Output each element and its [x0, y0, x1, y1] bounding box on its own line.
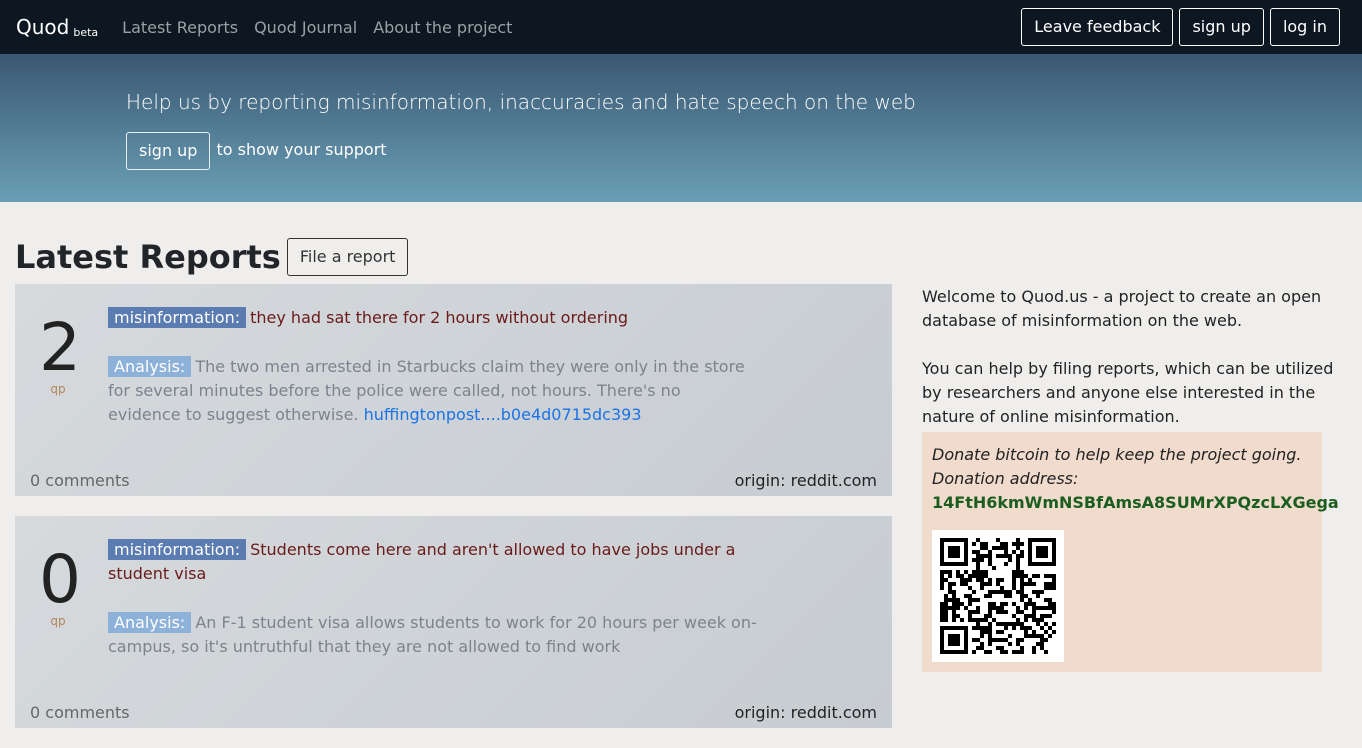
report-body: misinformation: they had sat there for 2 … [108, 306, 758, 427]
score-value: 2 [39, 309, 81, 386]
report-footer: 0 comments origin: reddit.com [30, 471, 877, 490]
nav-actions: Leave feedback sign up log in [1021, 8, 1340, 46]
nav-link-latest-reports[interactable]: Latest Reports [122, 18, 238, 37]
analysis-badge: Analysis: [108, 612, 192, 633]
report-analysis: Analysis: An F-1 student visa allows stud… [108, 611, 758, 659]
file-report-button[interactable]: File a report [286, 238, 409, 276]
report-card[interactable]: 2 qp misinformation: they had sat there f… [15, 284, 892, 496]
hero-sign-up-button[interactable]: sign up [126, 132, 211, 170]
score-value: 0 [39, 541, 81, 618]
nav-link-quod-journal[interactable]: Quod Journal [254, 18, 357, 37]
leave-feedback-button[interactable]: Leave feedback [1021, 8, 1174, 46]
hero-support-text: to show your support [216, 139, 387, 159]
source-link[interactable]: huffingtonpost....b0e4d0715dc393 [364, 405, 642, 424]
nav-sign-up-button[interactable]: sign up [1179, 8, 1264, 46]
reports-header: Latest Reports File a report [0, 202, 1362, 284]
comments-link[interactable]: 0 comments [30, 703, 130, 722]
welcome-text: Welcome to Quod.us - a project to create… [922, 287, 1322, 330]
qr-code-icon [932, 530, 1064, 662]
report-card[interactable]: 0 qp misinformation: Students come here a… [15, 516, 892, 728]
misinformation-badge: misinformation: [108, 539, 247, 560]
donation-box: Donate bitcoin to help keep the project … [922, 432, 1339, 672]
donate-address-label: Donation address: [932, 469, 1079, 488]
help-text: You can help by filing reports, which ca… [922, 359, 1334, 426]
top-navbar: Quod beta Latest Reports Quod Journal Abo… [0, 0, 1362, 54]
report-footer: 0 comments origin: reddit.com [30, 703, 877, 722]
donate-text: Donate bitcoin to help keep the project … [932, 445, 1302, 464]
sidebar: Welcome to Quod.us - a project to create… [922, 284, 1342, 748]
page-title: Latest Reports [15, 238, 281, 276]
analysis-text: An F-1 student visa allows students to w… [108, 613, 757, 656]
main-content: 2 qp misinformation: they had sat there f… [0, 284, 1362, 748]
report-list: 2 qp misinformation: they had sat there f… [15, 284, 892, 748]
origin-label: origin: reddit.com [734, 471, 877, 490]
report-score: 2 qp [39, 309, 81, 397]
analysis-badge: Analysis: [108, 356, 192, 377]
hero-banner: Help us by reporting misinformation, ina… [0, 54, 1362, 202]
origin-label: origin: reddit.com [734, 703, 877, 722]
hero-cta-row: sign up to show your support [126, 132, 1362, 170]
report-claim[interactable]: misinformation: Students come here and ar… [108, 538, 758, 586]
hero-tagline: Help us by reporting misinformation, ina… [126, 90, 916, 114]
report-analysis: Analysis: The two men arrested in Starbuc… [108, 355, 758, 427]
report-claim[interactable]: misinformation: they had sat there for 2 … [108, 306, 758, 330]
log-in-button[interactable]: log in [1269, 8, 1340, 46]
nav-link-about[interactable]: About the project [373, 18, 512, 37]
report-body: misinformation: Students come here and ar… [108, 538, 758, 659]
claim-text[interactable]: they had sat there for 2 hours without o… [250, 308, 628, 327]
bitcoin-address[interactable]: 14FtH6kmWmNSBfAmsA8SUMrXPQzcLXGega [932, 491, 1339, 515]
report-score: 0 qp [39, 541, 81, 629]
misinformation-badge: misinformation: [108, 307, 247, 328]
comments-link[interactable]: 0 comments [30, 471, 130, 490]
beta-tag: beta [73, 26, 99, 39]
brand-logo[interactable]: Quod beta [16, 15, 98, 39]
brand-name[interactable]: Quod [16, 15, 69, 39]
